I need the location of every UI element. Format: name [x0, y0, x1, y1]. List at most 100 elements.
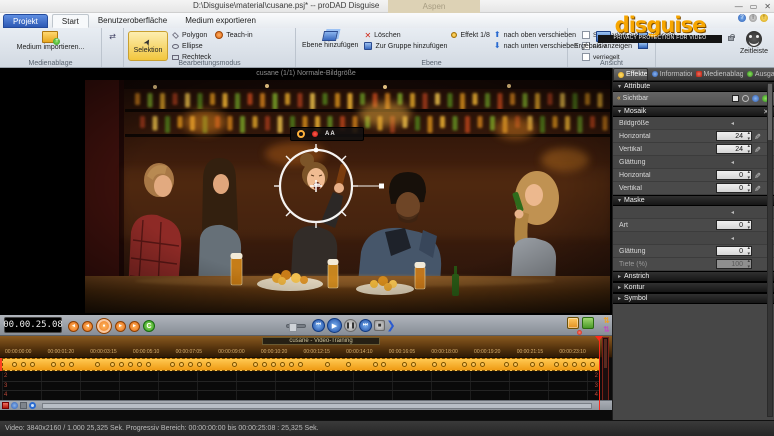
keyframe-dot[interactable]	[480, 362, 485, 367]
keyframe-dot[interactable]	[530, 362, 535, 367]
section-maske[interactable]: ▾Maske	[613, 195, 774, 206]
pause-button[interactable]: ❚❚	[344, 319, 357, 332]
glatt-horizontal-input[interactable]: 0	[716, 170, 752, 180]
keyframe-dot[interactable]	[188, 362, 193, 367]
zeitleiste-button[interactable]: Zeitleiste	[738, 30, 770, 56]
nach-unten-button[interactable]: ⬇nach unten verschieben	[494, 41, 578, 51]
track-row[interactable]: 33	[2, 382, 600, 392]
track-view-icon[interactable]	[582, 317, 594, 329]
keyframe-dot[interactable]	[289, 362, 294, 367]
pencil-icon[interactable]: ✎	[753, 170, 762, 180]
shape-option-polygon[interactable]: Polygon	[172, 30, 211, 40]
keyframe-dot[interactable]	[298, 362, 303, 367]
nach-oben-button[interactable]: ⬆nach oben verschieben	[494, 30, 578, 40]
maske-glaettung-input[interactable]: 0	[716, 246, 752, 256]
keyframe-dot[interactable]	[346, 362, 351, 367]
keyframe-dot[interactable]	[197, 362, 202, 367]
keyframe-dot[interactable]	[554, 362, 559, 367]
tab-start[interactable]: Start	[52, 14, 89, 28]
refresh-button[interactable]: C	[143, 320, 155, 332]
pencil-icon[interactable]: ✎	[753, 144, 762, 154]
tab-benutzeroberflaeche[interactable]: Benutzeroberfläche	[89, 14, 176, 28]
play-button[interactable]: ▶	[327, 318, 342, 333]
size-label[interactable]: AA	[325, 131, 336, 137]
next-scene-button[interactable]: ►	[129, 321, 140, 332]
keyframe-dot[interactable]	[373, 362, 378, 367]
timeline-vscrollbar[interactable]	[602, 337, 609, 409]
bild-horizontal-input[interactable]: 24	[716, 131, 752, 141]
keyframe-dot[interactable]	[30, 362, 35, 367]
playhead[interactable]	[599, 336, 600, 410]
track-1[interactable]	[2, 358, 600, 371]
zoom-tool-icon[interactable]	[29, 402, 36, 409]
tab-projekt[interactable]: Projekt	[3, 14, 48, 28]
record-track-icon[interactable]	[312, 131, 318, 137]
volume-slider[interactable]	[286, 324, 306, 328]
close-button[interactable]: ✕	[764, 2, 771, 11]
keyframe-dot[interactable]	[262, 362, 267, 367]
zoom-out-icon[interactable]: ⇅	[603, 325, 610, 334]
keyframe-nav-icon[interactable]: ◂	[731, 235, 734, 242]
keyframe-dot[interactable]	[581, 362, 586, 367]
keyframe-dot[interactable]	[441, 362, 446, 367]
ebene-hinzufuegen-button[interactable]: Ebene hinzufügen	[300, 30, 360, 50]
keyframe-nav-icon[interactable]: ◂	[731, 159, 734, 166]
set-keyframe-button[interactable]: ●	[96, 318, 112, 334]
keyframe-dot[interactable]	[590, 362, 595, 367]
tab-medienablage[interactable]: Medienablage	[692, 68, 743, 80]
bild-vertikal-input[interactable]: 24	[716, 144, 752, 154]
keyframe-dot[interactable]	[51, 362, 56, 367]
keyframe-dot[interactable]	[110, 362, 115, 367]
keyframe-dot[interactable]	[21, 362, 26, 367]
record-tool-icon[interactable]	[2, 402, 9, 409]
maximize-button[interactable]: ▭	[750, 2, 758, 11]
keyframe-dot[interactable]	[402, 362, 407, 367]
tab-effekte[interactable]: Effekte	[613, 68, 648, 80]
keyframe-dot[interactable]	[325, 362, 330, 367]
keyframe-dot[interactable]	[179, 362, 184, 367]
video-canvas[interactable]: AA	[85, 80, 610, 313]
clip-tab[interactable]: cusane - Video-Training	[262, 337, 380, 345]
keyframe-dot[interactable]	[119, 362, 124, 367]
keyframe-dot[interactable]	[563, 362, 568, 367]
keyframe-dot[interactable]	[69, 362, 74, 367]
keyframe-dot[interactable]	[95, 362, 100, 367]
keyframe-dot[interactable]	[128, 362, 133, 367]
loeschen-button[interactable]: ✕Löschen	[364, 30, 447, 40]
keyframe-dot[interactable]	[539, 362, 544, 367]
help-icon[interactable]: ?	[738, 14, 746, 22]
tab-medium-exportieren[interactable]: Medium exportieren	[176, 14, 265, 28]
zoom-in-icon[interactable]: ⇅	[603, 316, 610, 325]
reset-icon[interactable]	[742, 95, 749, 102]
keyframe-dot[interactable]	[432, 362, 437, 367]
keyframe-dot[interactable]	[146, 362, 151, 367]
glatt-vertikal-input[interactable]: 0	[716, 183, 752, 193]
keyframe-dot[interactable]	[271, 362, 276, 367]
keyframe-dot[interactable]	[232, 362, 237, 367]
keyframe-dot[interactable]	[504, 362, 509, 367]
keyframe-dot[interactable]	[471, 362, 476, 367]
tab-ausgabe[interactable]: Ausga	[743, 68, 774, 80]
keyframe-dot[interactable]	[411, 362, 416, 367]
keyframe-icon[interactable]	[752, 95, 759, 102]
keyframe-nav-icon[interactable]: ◂	[731, 120, 734, 127]
info-icon[interactable]: i	[749, 14, 757, 22]
shape-option-ellipse[interactable]: Ellipse	[172, 41, 211, 51]
view-full-icon[interactable]	[638, 42, 648, 49]
track-row[interactable]: 22	[2, 372, 600, 382]
keyframe-dot[interactable]	[170, 362, 175, 367]
storyboard-icon[interactable]	[567, 317, 579, 329]
skip-start-button[interactable]: ⏮	[312, 319, 325, 332]
prev-scene-button[interactable]: ◄	[68, 321, 79, 332]
skip-end-button[interactable]: ⏭	[359, 319, 372, 332]
stop-button[interactable]: ■	[374, 320, 385, 331]
keyframe-dot[interactable]	[381, 362, 386, 367]
circle-selection-icon[interactable]	[297, 130, 305, 138]
section-anstrich[interactable]: ▸Anstrich	[613, 271, 774, 282]
section-symbol[interactable]: ▸Symbol	[613, 293, 774, 304]
step-forward-button[interactable]: ❯	[387, 319, 395, 332]
keyframe-dot[interactable]	[60, 362, 65, 367]
marker-icon[interactable]	[577, 330, 582, 335]
keyframe-dot[interactable]	[572, 362, 577, 367]
tab-information[interactable]: Information	[648, 68, 692, 80]
